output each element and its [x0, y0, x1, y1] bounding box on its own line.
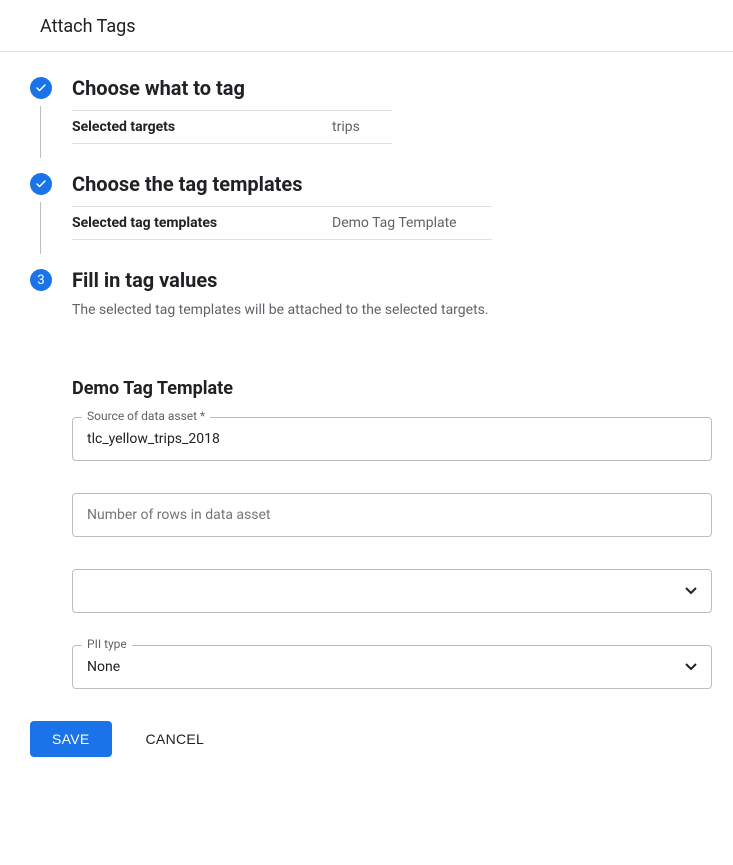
step-fill-tag-values: 3 Fill in tag values The selected tag te… [30, 268, 713, 689]
step-connector [40, 202, 41, 254]
chevron-down-icon [685, 587, 697, 595]
pii-select-value: None [87, 659, 120, 675]
page-title: Attach Tags [0, 0, 733, 52]
cancel-button[interactable]: CANCEL [140, 730, 211, 748]
pii-label: PII type [82, 637, 132, 651]
source-label: Source of data asset * [82, 409, 210, 423]
step-description: The selected tag templates will be attac… [72, 302, 713, 318]
chevron-down-icon [685, 663, 697, 671]
step-title: Choose the tag templates [72, 172, 303, 196]
step-title: Choose what to tag [72, 76, 245, 100]
rows-field-wrap [72, 493, 713, 537]
rows-input[interactable] [72, 493, 712, 537]
summary-row[interactable]: Selected tag templates Demo Tag Template [72, 206, 492, 240]
step-connector [40, 106, 41, 158]
action-bar: SAVE CANCEL [30, 721, 713, 757]
checkmark-icon [30, 77, 52, 99]
source-field-wrap: Source of data asset * [72, 417, 713, 461]
summary-label: Selected targets [72, 119, 332, 135]
step-title: Fill in tag values [72, 268, 217, 292]
unnamed-select-wrap [72, 569, 713, 613]
pii-select[interactable]: None [72, 645, 712, 689]
pii-select-wrap: PII type None [72, 645, 713, 689]
step-choose-tag-templates: Choose the tag templates Selected tag te… [30, 172, 713, 240]
summary-label: Selected tag templates [72, 215, 332, 231]
checkmark-icon [30, 173, 52, 195]
form-section-title: Demo Tag Template [72, 378, 713, 399]
save-button[interactable]: SAVE [30, 721, 112, 757]
unnamed-select[interactable] [72, 569, 712, 613]
step-number-icon: 3 [30, 269, 52, 291]
summary-row[interactable]: Selected targets trips [72, 110, 392, 144]
summary-value: trips [332, 119, 360, 135]
summary-value: Demo Tag Template [332, 215, 457, 231]
source-input[interactable] [72, 417, 712, 461]
step-choose-what-to-tag: Choose what to tag Selected targets trip… [30, 76, 713, 144]
